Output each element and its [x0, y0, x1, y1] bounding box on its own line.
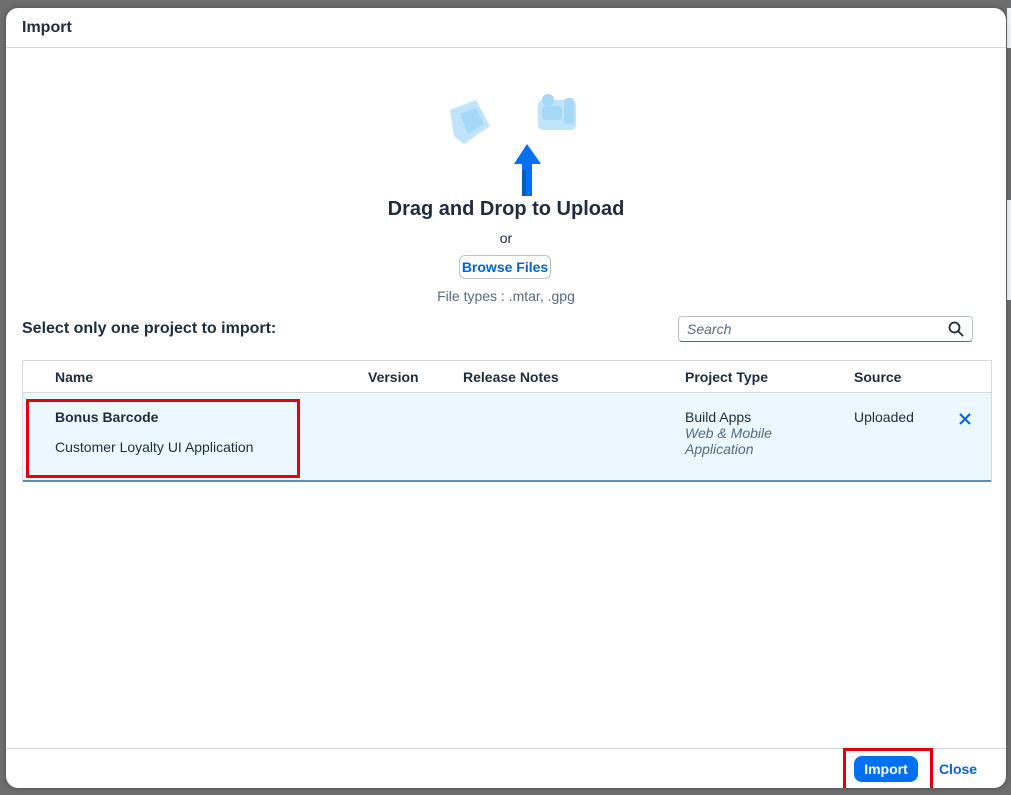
select-project-label: Select only one project to import:: [22, 320, 277, 337]
file-types-text: File types : .mtar, .gpg: [437, 288, 575, 304]
background-strip-top: [1007, 8, 1011, 48]
table-header: Name Version Release Notes Project Type …: [23, 361, 991, 393]
search-field: [678, 316, 973, 342]
name-highlight-box: [26, 399, 300, 478]
upload-illustration-icon: [450, 94, 576, 196]
project-source: Uploaded: [854, 409, 914, 425]
import-dialog: Import Drag and Drop to Upload or Browse…: [6, 8, 1006, 788]
import-highlight-box: [843, 748, 933, 788]
or-text: or: [499, 230, 513, 246]
column-header-project-type: Project Type: [685, 369, 768, 385]
column-header-source: Source: [854, 369, 902, 385]
drag-drop-title: Drag and Drop to Upload: [387, 198, 625, 220]
search-input[interactable]: [679, 319, 946, 339]
project-type: Build Apps: [685, 409, 752, 425]
dialog-title: Import: [22, 18, 72, 36]
dialog-header: Import: [6, 8, 1006, 48]
project-subtype-line-1: Web & Mobile: [685, 425, 772, 441]
remove-row-close-icon[interactable]: [957, 411, 973, 427]
browse-files-button[interactable]: Browse Files: [459, 255, 551, 279]
column-header-name: Name: [55, 369, 94, 385]
column-header-version: Version: [368, 369, 419, 385]
project-subtype-line-2: Application: [685, 441, 754, 457]
search-icon[interactable]: [946, 319, 966, 339]
dialog-footer: Import Close: [6, 748, 1006, 788]
column-header-release-notes: Release Notes: [463, 369, 559, 385]
close-button[interactable]: Close: [934, 756, 982, 782]
background-strip-middle: [1007, 200, 1011, 300]
